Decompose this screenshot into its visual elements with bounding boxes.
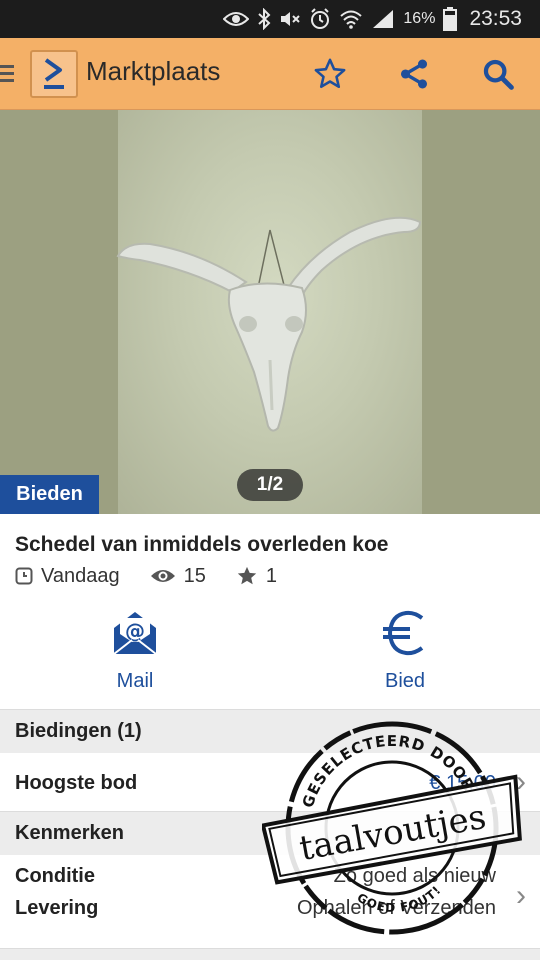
mute-icon (279, 9, 301, 29)
search-icon (483, 59, 514, 90)
chevron-right-icon[interactable]: › (516, 879, 526, 913)
app-title: Marktplaats (86, 56, 221, 86)
eye-icon (223, 11, 250, 27)
condition-value: Zo goed als nieuw (333, 865, 496, 887)
euro-icon (383, 610, 424, 656)
listing-title: Schedel van inmiddels overleden koe (15, 533, 389, 556)
listing-photo[interactable]: 1/2 Bieden (0, 110, 540, 514)
signal-icon (371, 9, 395, 29)
features-section-header: Kenmerken (0, 811, 540, 855)
share-button[interactable] (394, 54, 434, 94)
highest-bid-row[interactable]: Hoogste bod € 15,00 › (0, 753, 540, 811)
views-icon (150, 570, 175, 582)
listing-date: Vandaag (41, 564, 120, 587)
mail-button[interactable]: @ Mail (65, 608, 205, 708)
menu-icon[interactable] (0, 65, 16, 83)
listing-meta: Vandaag 15 1 (15, 563, 307, 589)
favorites-star-icon (237, 566, 257, 585)
features-row[interactable]: Conditie Zo goed als nieuw Levering Opha… (0, 855, 540, 948)
action-bar: @ Mail Bied (0, 608, 540, 708)
clock-icon (15, 567, 33, 585)
bid-button[interactable]: Bieden (0, 475, 99, 514)
views-info: 15 (150, 565, 206, 588)
logo-mark-icon (44, 58, 64, 89)
delivery-label: Levering (15, 897, 99, 919)
alarm-icon (309, 8, 331, 30)
battery-icon (443, 7, 458, 31)
photo-counter: 1/2 (237, 469, 303, 501)
bottom-divider (0, 948, 540, 960)
bluetooth-icon (257, 8, 271, 30)
cow-skull-image (116, 216, 422, 432)
mail-label: Mail (116, 670, 154, 692)
wifi-icon (339, 9, 363, 29)
date-info: Vandaag (15, 565, 120, 588)
status-bar: 16% 23:53 (0, 0, 540, 38)
battery-percent: 16% (403, 10, 436, 27)
chevron-right-icon[interactable]: › (516, 765, 526, 799)
clock: 23:53 (469, 7, 522, 30)
search-button[interactable] (478, 54, 518, 94)
condition-label: Conditie (15, 865, 95, 887)
marktplaats-logo[interactable] (30, 50, 78, 98)
views-count: 15 (183, 564, 206, 587)
favorites-count: 1 (265, 564, 277, 587)
status-icons: 16% 23:53 (223, 0, 522, 38)
share-icon (400, 59, 428, 89)
mail-icon: @ (113, 612, 157, 655)
bids-section-header: Biedingen (1) (0, 709, 540, 753)
highest-bid-label: Hoogste bod (15, 772, 138, 794)
bid-action-button[interactable]: Bied (335, 608, 475, 708)
highest-bid-value: € 15,00 (429, 772, 496, 794)
favorite-button[interactable] (310, 54, 350, 94)
delivery-value: Ophalen of Verzenden (296, 897, 496, 919)
favorites-info: 1 (236, 565, 277, 588)
star-icon (314, 58, 346, 89)
bid-action-label: Bied (384, 670, 426, 692)
app-bar: Marktplaats (0, 38, 540, 110)
